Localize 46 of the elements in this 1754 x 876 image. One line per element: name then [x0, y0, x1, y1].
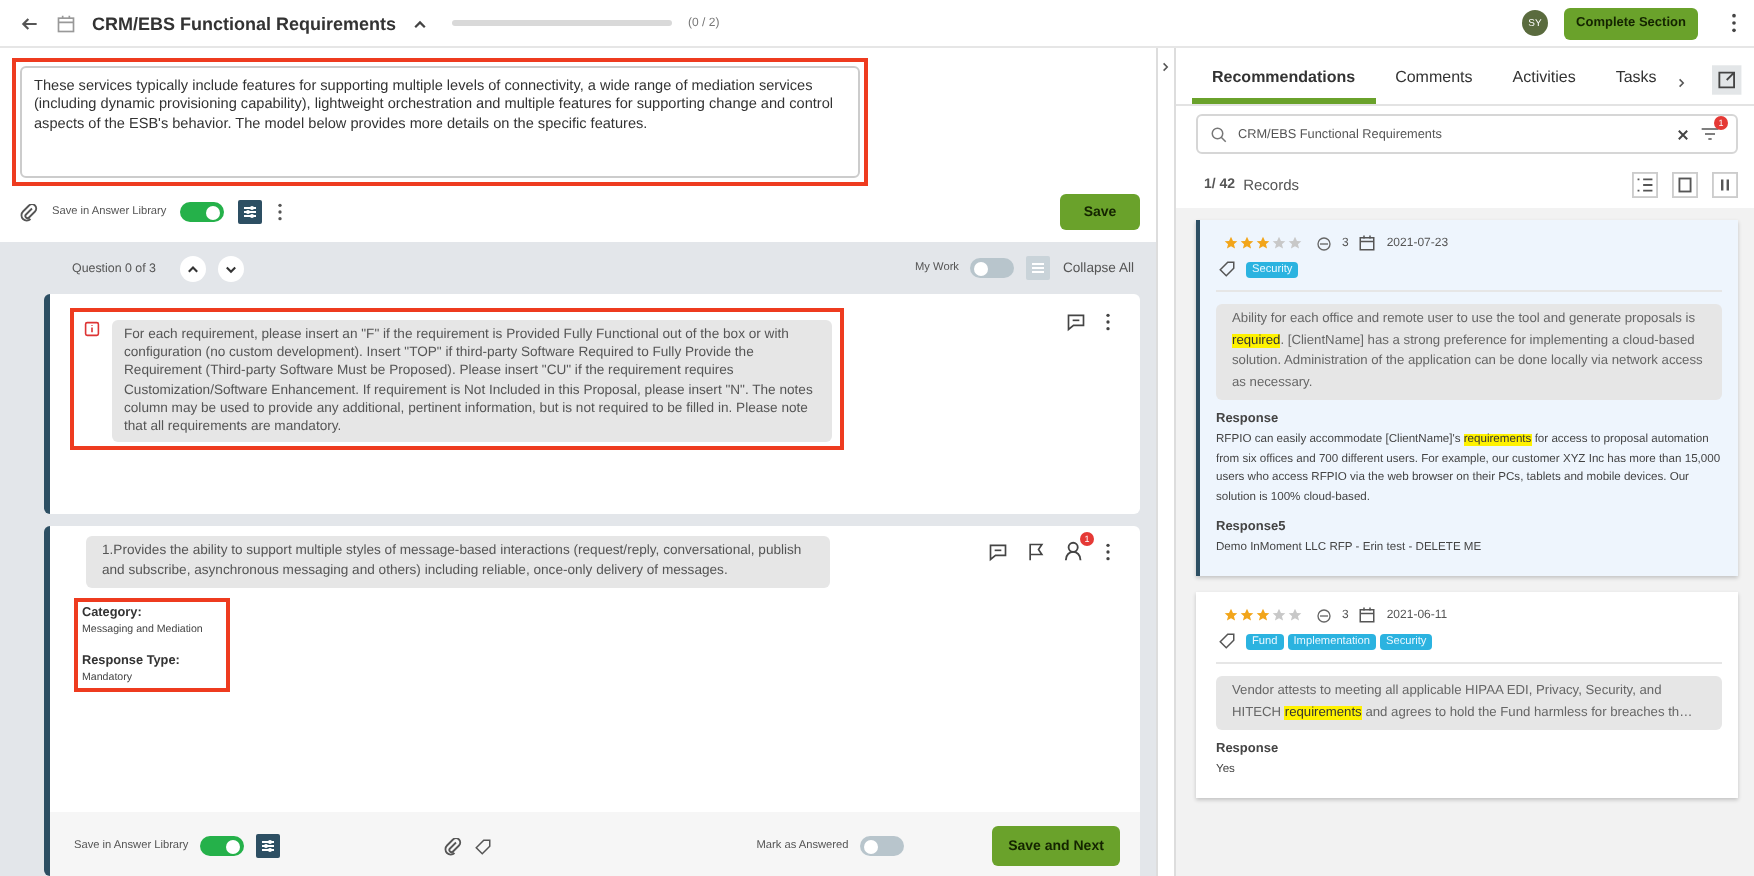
flag-icon[interactable] [1026, 541, 1046, 561]
calendar-icon [56, 13, 76, 33]
calendar-icon [1358, 606, 1377, 624]
previous-question-button[interactable] [179, 255, 206, 281]
search-icon [1210, 125, 1228, 143]
chevron-right-icon[interactable] [1676, 75, 1689, 89]
more-icon[interactable] [1104, 541, 1112, 561]
panel-tab[interactable]: Recommendations [1192, 60, 1376, 104]
sliders-icon[interactable] [256, 834, 281, 858]
sliders-icon[interactable] [238, 200, 263, 224]
calendar-icon [1358, 234, 1377, 252]
info-document-icon [84, 320, 100, 338]
my-work-toggle[interactable] [970, 258, 1015, 278]
list-view-icon[interactable] [1632, 172, 1658, 198]
caret-down-icon [223, 261, 238, 275]
record-card[interactable] [1196, 220, 1738, 576]
mark-answered-toggle[interactable] [860, 836, 905, 856]
open-external-icon[interactable] [1712, 63, 1742, 95]
section-title: CRM/EBS Functional Requirements [92, 13, 397, 33]
panel-tab[interactable]: Tasks [1595, 60, 1677, 104]
record-card[interactable] [1196, 592, 1738, 798]
filter-icon[interactable] [1700, 124, 1720, 144]
back-arrow-icon[interactable] [20, 13, 40, 33]
tag-icon [1218, 632, 1236, 650]
save-library-toggle[interactable] [180, 202, 225, 222]
comment-icon[interactable] [1066, 312, 1086, 332]
assign-user-icon[interactable] [1064, 540, 1086, 562]
sliders-icon[interactable] [1026, 256, 1051, 280]
next-question-button[interactable] [217, 255, 244, 281]
panel-tab[interactable]: Comments [1375, 60, 1493, 104]
tag-icon[interactable] [474, 837, 493, 855]
comment-icon[interactable] [988, 541, 1008, 561]
more-icon[interactable] [276, 202, 285, 222]
paperclip-icon[interactable] [20, 203, 38, 221]
close-icon[interactable] [1676, 127, 1690, 141]
paperclip-icon[interactable] [444, 837, 463, 855]
columns-view-icon[interactable] [1712, 172, 1738, 198]
save-library-toggle[interactable] [200, 836, 245, 856]
tag-icon [1218, 260, 1236, 278]
more-icon[interactable] [1730, 12, 1738, 34]
more-icon[interactable] [1104, 312, 1112, 332]
caret-up-icon[interactable] [412, 15, 429, 31]
single-view-icon[interactable] [1672, 172, 1698, 198]
panel-tab[interactable]: Activities [1492, 60, 1596, 104]
chevron-right-icon[interactable] [1160, 60, 1172, 74]
caret-up-icon [185, 261, 200, 275]
